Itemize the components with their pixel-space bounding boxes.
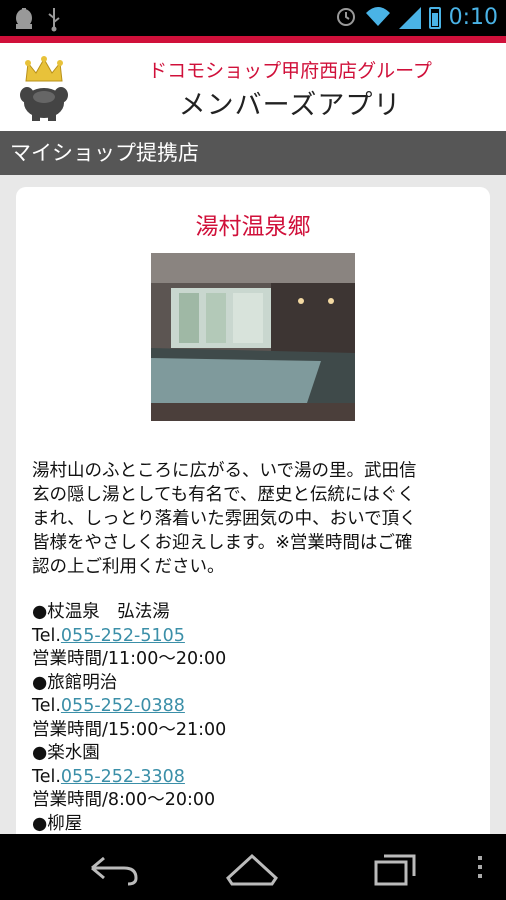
tel-prefix: Tel. xyxy=(32,696,61,716)
facility-name: ●柳屋 xyxy=(32,813,83,834)
company-name: ドコモショップ甲府西店グループ xyxy=(148,60,432,82)
battery-icon xyxy=(428,7,441,29)
facility-name: ●杖温泉 弘法湯 xyxy=(32,602,170,622)
description-line: まれ、しっとり落着いた雰囲気の中、おいで頂く xyxy=(32,509,417,529)
wifi-icon xyxy=(365,5,391,31)
tel-prefix: Tel. xyxy=(32,766,61,787)
accent-divider xyxy=(0,36,506,43)
crown-mascot-icon xyxy=(14,53,74,123)
clock: 0:10 xyxy=(448,5,498,30)
status-bar: 0:10 xyxy=(0,0,506,36)
facility-tel: Tel.055-252-5105 xyxy=(32,625,480,649)
overflow-menu-icon[interactable] xyxy=(478,856,482,883)
tel-link[interactable]: 055-252-5105 xyxy=(61,626,185,646)
facility-name: ●楽水園 xyxy=(32,743,100,763)
alarm-icon xyxy=(335,5,357,31)
signal-icon xyxy=(398,7,421,29)
tel-link[interactable]: 055-252-3308 xyxy=(61,767,185,787)
shop-photo xyxy=(151,253,355,421)
facility-hours: 営業時間/8:00～20:00 xyxy=(32,790,216,810)
facility-hours: 営業時間/11:00～20:00 xyxy=(32,649,227,669)
home-icon[interactable] xyxy=(222,848,282,888)
tel-prefix: Tel. xyxy=(32,625,61,646)
nav-bar xyxy=(0,834,506,900)
facility-name: ●旅館明治 xyxy=(32,672,118,693)
shop-card: 湯村温泉郷 湯村山のふところに広がる、いで湯の里。武田信 玄の隠し湯としても有名… xyxy=(16,187,490,834)
shop-name: 湯村温泉郷 xyxy=(195,214,311,240)
description-line: 湯村山のふところに広がる、いで湯の里。武田信 xyxy=(32,461,417,481)
recents-icon[interactable] xyxy=(366,848,426,888)
section-title: マイショップ提携店 xyxy=(0,131,506,175)
tel-link[interactable]: 055-252-0388 xyxy=(61,696,185,716)
facility-tel: Tel.055-252-0388 xyxy=(32,695,480,719)
app-header: ドコモショップ甲府西店グループ メンバーズアプリ xyxy=(0,43,506,131)
content-scroll-area[interactable]: 湯村温泉郷 湯村山のふところに広がる、いで湯の里。武田信 玄の隠し湯としても有名… xyxy=(0,175,506,834)
android-debug-icon xyxy=(12,6,36,38)
description-line: 玄の隠し湯としても有名で、歴史と伝統にはぐく xyxy=(32,485,415,505)
back-icon[interactable] xyxy=(84,848,144,888)
description-line: 認の上ご利用ください。 xyxy=(32,557,225,577)
usb-icon xyxy=(46,6,62,38)
description-line: 皆様をやさしくお迎えします。※営業時間はご確 xyxy=(32,533,413,553)
shop-description: 湯村山のふところに広がる、いで湯の里。武田信 玄の隠し湯としても有名で、歴史と伝… xyxy=(32,459,480,579)
facility-list: ●杖温泉 弘法湯 Tel.055-252-5105 営業時間/11:00～20:… xyxy=(32,601,480,834)
app-title: メンバーズアプリ xyxy=(178,90,402,121)
facility-hours: 営業時間/15:00～21:00 xyxy=(32,719,227,740)
facility-tel: Tel.055-252-3308 xyxy=(32,766,480,790)
